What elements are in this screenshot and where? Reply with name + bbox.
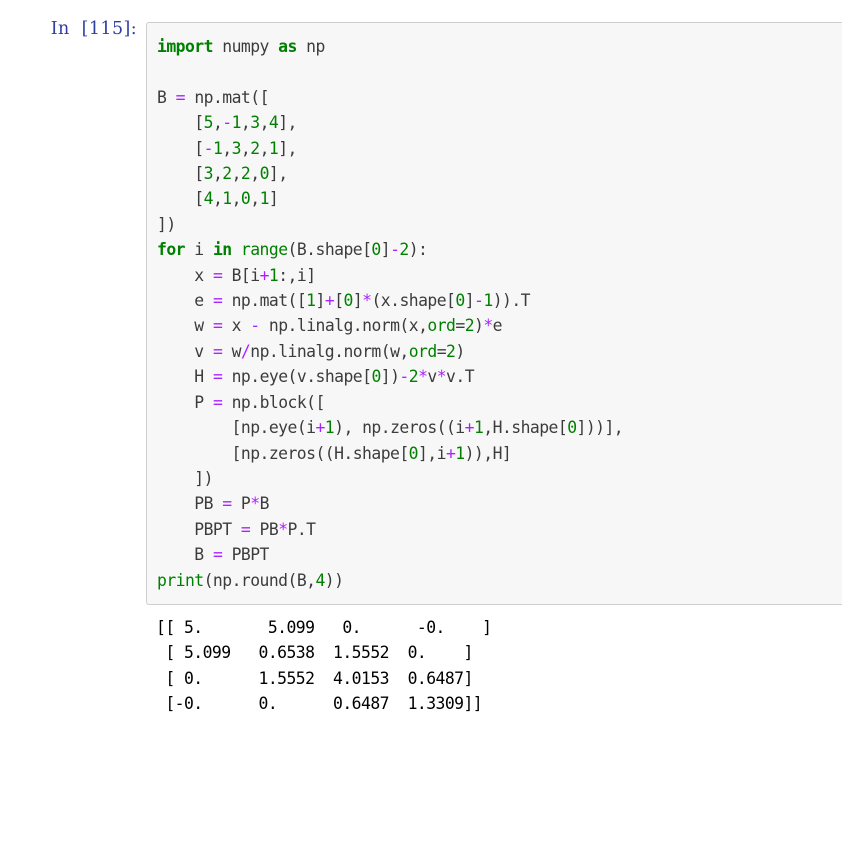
code-source[interactable]: import numpy as np B = np.mat([ [5,-1,3,… <box>157 34 842 593</box>
output-cell: [[ 5. 5.099 0. -0. ] [ 5.099 0.6538 1.55… <box>0 604 842 717</box>
code-editor-area[interactable]: import numpy as np B = np.mat([ [5,-1,3,… <box>146 22 842 605</box>
input-cell: In [115]: import numpy as np B = np.mat(… <box>0 0 842 605</box>
input-prompt-label: In [115]: <box>50 19 137 39</box>
output-text-area: [[ 5. 5.099 0. -0. ] [ 5.099 0.6538 1.55… <box>146 604 842 717</box>
output-prompt-label <box>0 605 146 616</box>
notebook-cell-container: In [115]: import numpy as np B = np.mat(… <box>0 0 842 860</box>
stdout-stream: [[ 5. 5.099 0. -0. ] [ 5.099 0.6538 1.55… <box>156 617 492 714</box>
